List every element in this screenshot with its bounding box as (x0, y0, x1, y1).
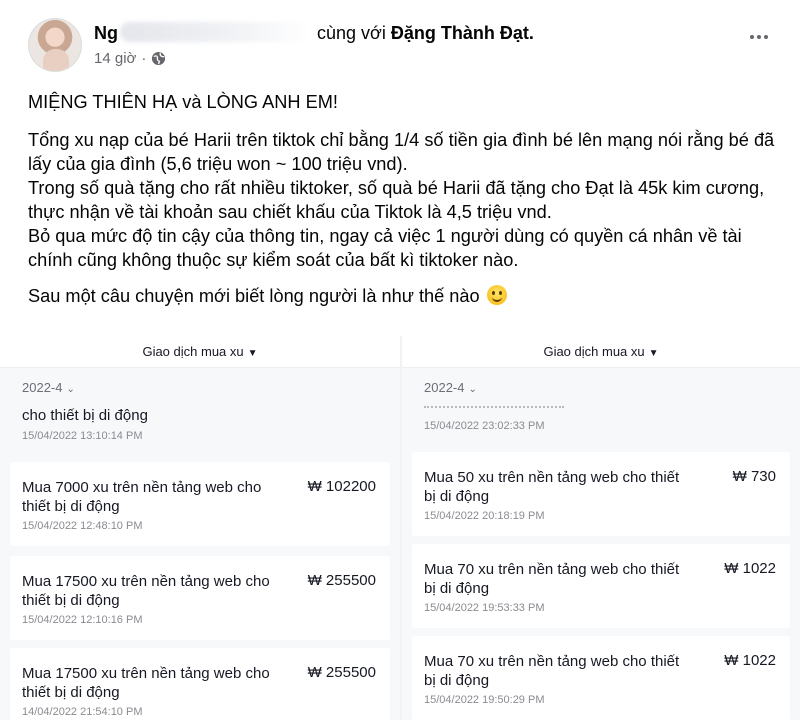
transaction-title: Mua 70 xu trên nền tảng web cho thiết bị… (424, 561, 680, 597)
transaction-row: Mua 17500 xu trên nền tảng web cho thiết… (10, 556, 390, 640)
globe-icon (152, 51, 166, 66)
tagged-user-name[interactable]: Đặng Thành Đạt. (391, 23, 534, 43)
transaction-partial: 15/04/2022 23:02:33 PM (402, 402, 800, 438)
author-name[interactable]: Ng (94, 23, 118, 43)
facebook-post: Ng cùng với Đặng Thành Đạt. 14 giờ · MIỆ… (0, 0, 800, 720)
caret-down-icon: ▼ (247, 348, 258, 359)
meta-separator: · (141, 50, 147, 67)
post-header: Ng cùng với Đặng Thành Đạt. 14 giờ · (28, 18, 780, 72)
transaction-title: cho thiết bị di động (22, 407, 148, 424)
transaction-title: Mua 7000 xu trên nền tảng web cho thiết … (22, 479, 262, 515)
transaction-amount: ₩ 255500 (307, 664, 376, 681)
chevron-down-icon: ⌄ (468, 384, 477, 395)
smile-emoji-icon (486, 285, 507, 305)
post-paragraph: Tổng xu nạp của bé Harii trên tiktok chỉ… (28, 130, 775, 270)
transaction-row: Mua 17500 xu trên nền tảng web cho thiết… (10, 648, 390, 720)
transaction-date: 15/04/2022 13:10:14 PM (22, 430, 143, 442)
with-text: cùng với (317, 23, 386, 43)
transaction-amount: ₩ 255500 (307, 572, 376, 589)
panel-header: Giao dịch mua xu ▼ (0, 336, 400, 368)
author-line: Ng cùng với Đặng Thành Đạt. (94, 22, 534, 44)
more-options-button[interactable] (748, 26, 770, 54)
panel-title: Giao dịch mua xu (142, 344, 244, 359)
closing-text: Sau một câu chuyện mới biết lòng người l… (28, 286, 480, 306)
panel-header: Giao dịch mua xu ▼ (402, 336, 800, 368)
post-headline: MIỆNG THIÊN HẠ và LÒNG ANH EM! (28, 92, 338, 112)
chevron-down-icon: ⌄ (66, 384, 75, 395)
transaction-partial: cho thiết bị di động 15/04/2022 13:10:14… (0, 402, 400, 448)
cropped-text-fragment (424, 402, 564, 408)
screenshot-right[interactable]: Giao dịch mua xu ▼ 2022-4 ⌄ 15/04/2022 23:… (402, 336, 800, 720)
panel-title: Giao dịch mua xu (543, 344, 645, 359)
transaction-amount: ₩ 730 (732, 468, 776, 485)
transaction-row: Mua 50 xu trên nền tảng web cho thiết bị… (412, 452, 790, 536)
transaction-date: 15/04/2022 19:50:29 PM (424, 694, 545, 706)
transaction-title: Mua 17500 xu trên nền tảng web cho thiết… (22, 573, 270, 609)
post-closing-line: Sau một câu chuyện mới biết lòng người l… (28, 284, 788, 308)
author-avatar[interactable] (28, 18, 82, 72)
transaction-title: Mua 17500 xu trên nền tảng web cho thiết… (22, 665, 270, 701)
transaction-date: 14/04/2022 21:54:10 PM (22, 706, 143, 718)
transaction-title: Mua 50 xu trên nền tảng web cho thiết bị… (424, 469, 680, 505)
screenshot-left[interactable]: Giao dịch mua xu ▼ 2022-4 ⌄ cho thiết bị d… (0, 336, 400, 720)
transaction-date: 15/04/2022 23:02:33 PM (424, 420, 545, 432)
month-label: 2022-4 (424, 380, 465, 395)
post-timestamp[interactable]: 14 giờ (94, 50, 136, 67)
transaction-amount: ₩ 1022 (724, 560, 776, 577)
transaction-row: Mua 70 xu trên nền tảng web cho thiết bị… (412, 636, 790, 720)
transaction-row: Mua 70 xu trên nền tảng web cho thiết bị… (412, 544, 790, 628)
attached-screenshots[interactable]: Giao dịch mua xu ▼ 2022-4 ⌄ cho thiết bị d… (0, 336, 800, 720)
transaction-date: 15/04/2022 12:48:10 PM (22, 520, 143, 532)
post-meta: 14 giờ · (94, 50, 166, 67)
caret-down-icon: ▼ (648, 348, 659, 359)
redacted-name-mask (120, 22, 310, 42)
transaction-date: 15/04/2022 12:10:16 PM (22, 614, 143, 626)
transaction-date: 15/04/2022 20:18:19 PM (424, 510, 545, 522)
transaction-amount: ₩ 102200 (307, 478, 376, 495)
more-horizontal-icon (750, 35, 768, 39)
transaction-title: Mua 70 xu trên nền tảng web cho thiết bị… (424, 653, 680, 689)
post-text: MIỆNG THIÊN HẠ và LÒNG ANH EM! Tổng xu n… (28, 90, 788, 322)
transaction-date: 15/04/2022 19:53:33 PM (424, 602, 545, 614)
transaction-row: Mua 7000 xu trên nền tảng web cho thiết … (10, 462, 390, 546)
month-label: 2022-4 (22, 380, 63, 395)
transaction-amount: ₩ 1022 (724, 652, 776, 669)
